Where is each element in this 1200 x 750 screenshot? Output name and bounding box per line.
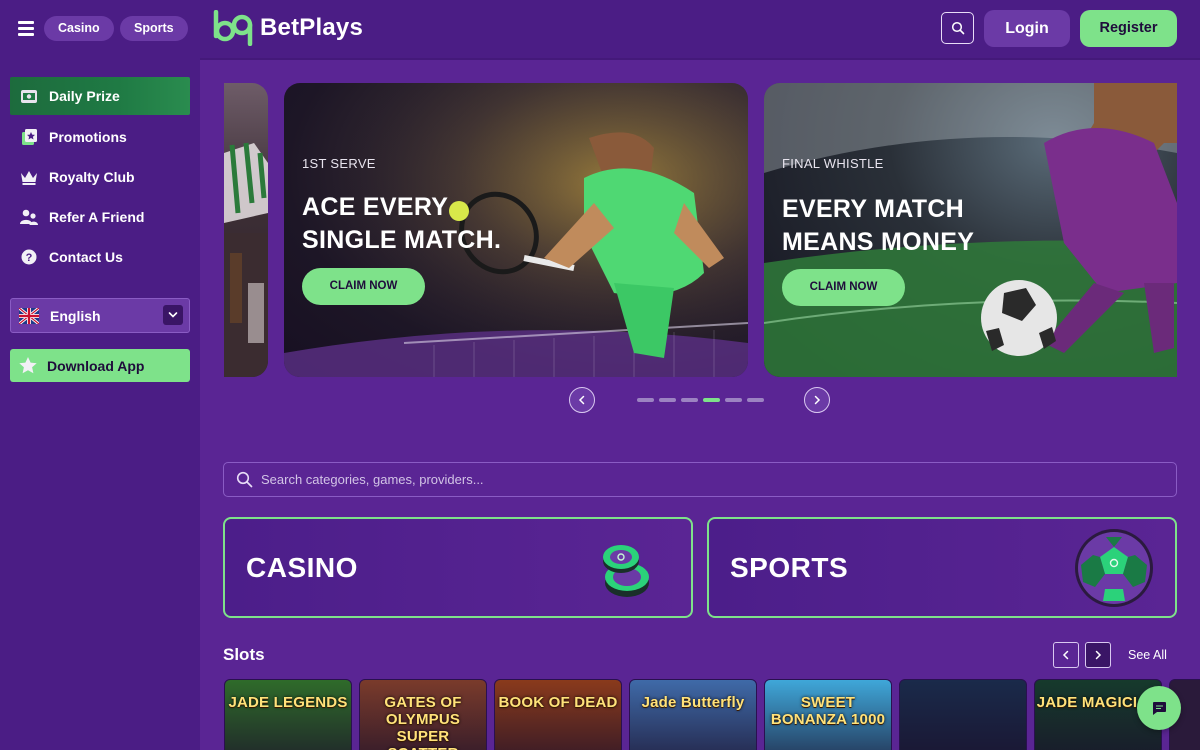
slots-next-button[interactable] [1085,642,1111,668]
question-icon: ? [18,246,40,268]
sidebar-item-contact-us[interactable]: ? Contact Us [10,238,190,276]
slot-game-name: BOOK OF DEAD [498,694,618,711]
carousel-dot[interactable] [681,398,698,402]
slot-tile[interactable] [899,679,1027,750]
claim-now-button[interactable]: CLAIM NOW [302,268,425,305]
top-header: Casino Sports BetPlays Login Register [0,0,1200,58]
logo-mark-icon [213,10,253,46]
slot-tile[interactable]: JADE LEGENDS [224,679,352,750]
slot-tile[interactable]: GATES OF OLYMPUS SUPER SCATTER [359,679,487,750]
uk-flag-icon [18,306,41,325]
slots-section-title: Slots [223,645,265,664]
banner-slide-tennis[interactable]: 1ST SERVE ACE EVERY SINGLE MATCH. CLAIM … [284,83,748,377]
previous-slide-art [224,142,268,377]
carousel-indicators [637,398,764,402]
sidebar-item-promotions[interactable]: Promotions [10,118,190,156]
register-button[interactable]: Register [1080,10,1177,47]
banner-headline-line-2: MEANS MONEY [782,228,975,256]
sidebar-item-daily-prize[interactable]: Daily Prize [10,77,190,115]
carousel-next-button[interactable] [804,387,830,413]
download-app-label: Download App [47,357,145,374]
casino-nav-pill[interactable]: Casino [44,16,114,41]
login-button[interactable]: Login [984,10,1070,47]
carousel-dot[interactable] [703,398,720,402]
sidebar-item-refer-a-friend[interactable]: Refer A Friend [10,198,190,236]
category-label: CASINO [246,552,358,583]
chevron-left-icon [578,395,585,405]
sidebar-item-label: Royalty Club [49,169,135,185]
crown-icon [18,166,40,188]
slot-game-name: Jade Butterfly [641,694,745,711]
sidebar: Daily Prize Promotions Royalty Club Refe… [0,58,200,750]
carousel-dot[interactable] [725,398,742,402]
casino-chip-icon [603,545,649,597]
claim-now-button[interactable]: CLAIM NOW [782,269,905,306]
banner-slide-football[interactable]: FINAL WHISTLE EVERY MATCH MEANS MONEY CL… [764,83,1177,377]
chevron-right-icon [814,395,821,405]
chevron-right-icon [1095,650,1102,660]
language-select[interactable]: English [10,298,190,333]
casino-category-card[interactable]: CASINO [223,517,693,618]
soccer-ball-icon [1075,529,1153,607]
banner-kicker: FINAL WHISTLE [782,156,884,171]
star-card-icon [18,126,40,148]
brand-name: BetPlays [260,14,363,41]
banner-slide-previous[interactable] [224,83,268,377]
chevron-down-icon[interactable] [163,305,183,325]
header-search-button[interactable] [941,12,974,44]
users-icon [18,206,40,228]
gift-icon [18,85,40,107]
menu-icon[interactable] [18,21,34,36]
slot-tile[interactable]: Jade Butterfly [629,679,757,750]
brand-logo[interactable]: BetPlays [212,10,363,46]
sidebar-item-label: Contact Us [49,249,123,265]
banner-headline-line-1: EVERY MATCH [782,195,965,223]
chevron-left-icon [1062,650,1069,660]
search-icon [951,21,964,35]
search-icon [236,471,253,488]
banner-headline-line-1: ACE EVERY [302,193,449,221]
game-search-bar[interactable] [223,462,1177,497]
star-icon [18,356,40,376]
svg-text:?: ? [26,252,33,264]
sidebar-item-label: Promotions [49,129,127,145]
banner-kicker: 1ST SERVE [302,156,376,171]
slots-prev-button[interactable] [1053,642,1079,668]
slot-game-name: JADE LEGENDS [228,694,348,711]
sidebar-item-label: Refer A Friend [49,209,145,225]
sidebar-item-royalty-club[interactable]: Royalty Club [10,158,190,196]
slot-game-name: SWEET BONANZA 1000 [770,694,886,728]
game-search-input[interactable] [261,472,1161,487]
carousel-dot[interactable] [659,398,676,402]
live-chat-button[interactable] [1137,686,1181,730]
sports-category-card[interactable]: SPORTS [707,517,1177,618]
sidebar-item-label: Daily Prize [49,88,120,104]
download-app-button[interactable]: Download App [10,349,190,382]
chat-bubble-icon [1153,702,1166,715]
banner-headline-line-2: SINGLE MATCH. [302,226,502,254]
carousel-prev-button[interactable] [569,387,595,413]
carousel-dot[interactable] [747,398,764,402]
sports-nav-pill[interactable]: Sports [120,16,188,41]
language-label: English [50,307,101,324]
slot-tile[interactable]: SWEET BONANZA 1000 [764,679,892,750]
carousel-dot[interactable] [637,398,654,402]
see-all-link[interactable]: See All [1128,648,1167,662]
slot-game-name: GATES OF OLYMPUS SUPER SCATTER [384,694,462,750]
slot-tile[interactable]: BOOK OF DEAD [494,679,622,750]
category-label: SPORTS [730,552,849,583]
